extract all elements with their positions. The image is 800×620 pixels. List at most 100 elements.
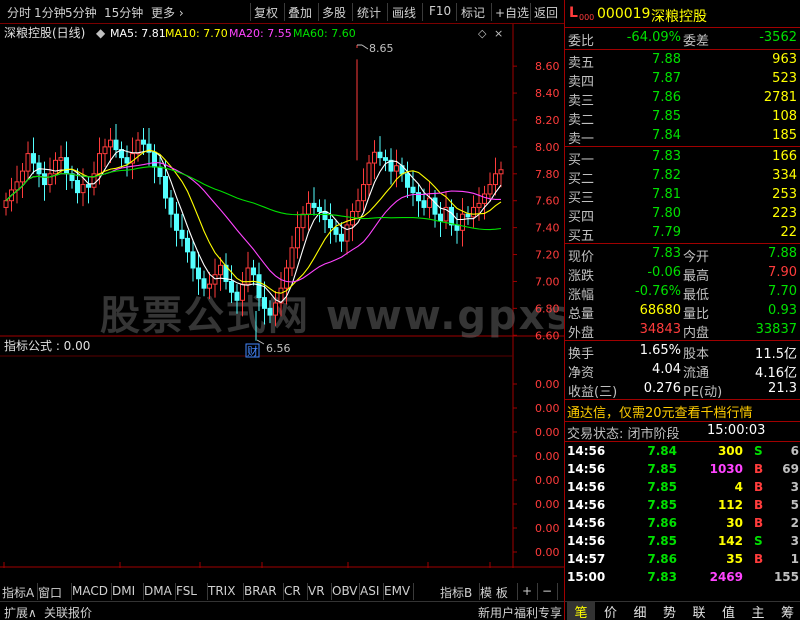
weicha-value: -3562	[759, 30, 797, 45]
promo-row[interactable]: 通达信，仅需20元查看千档行情	[565, 401, 800, 421]
indicator-tab[interactable]: VR	[308, 583, 332, 600]
toolbar-item-more[interactable]: 更多 ›	[151, 4, 184, 21]
quote-tab[interactable]: 联	[685, 602, 713, 620]
ma10-label: MA10: 7.70	[165, 27, 228, 40]
tick-price: 7.86	[647, 552, 677, 566]
ma-toggle-icon[interactable]: ◆	[96, 26, 106, 40]
ask-row: 卖二 7.85 108	[565, 108, 800, 128]
stat-label: 涨幅	[568, 288, 595, 303]
tick-volume: 1030	[709, 462, 743, 476]
tick-row: 15:00 7.83 2469 155	[565, 569, 800, 587]
ask-price: 7.87	[652, 71, 681, 86]
quote-tab[interactable]: 细	[626, 602, 654, 620]
candle-body	[218, 264, 223, 276]
bid-volume: 22	[780, 225, 797, 240]
tick-row: 14:56 7.85 142 S 3	[565, 533, 800, 551]
promo-link[interactable]: 新用户福利专享	[478, 604, 562, 620]
candle-body	[212, 274, 218, 285]
candle-body	[339, 233, 344, 242]
close-icon[interactable]: ×	[494, 27, 503, 40]
bid-price: 7.79	[652, 225, 681, 240]
indicator-tab[interactable]: ASI	[360, 583, 384, 600]
tick-count: 3	[790, 480, 799, 494]
indicator-tab[interactable]: +	[522, 583, 538, 600]
indicator-tab[interactable]: 模 板	[480, 583, 518, 600]
tick-count: 6	[790, 444, 799, 458]
indicator-tab[interactable]: 窗口	[38, 583, 72, 600]
candle-body	[383, 157, 388, 161]
candle-body	[240, 283, 245, 301]
candle-body	[471, 206, 476, 218]
candle-body	[256, 274, 262, 299]
expand-button[interactable]: 扩展∧	[4, 604, 37, 620]
quote-tab[interactable]: 势	[656, 602, 684, 620]
indicator-tab[interactable]: BRAR	[244, 583, 284, 600]
quote-tab[interactable]: 筹	[774, 602, 800, 620]
stat-label: 内盘	[683, 326, 710, 341]
toolbar-item-duogu[interactable]: 多股	[322, 4, 346, 21]
tick-price: 7.85	[647, 498, 677, 512]
indicator-tab[interactable]: −	[542, 583, 558, 600]
indicator-tab[interactable]: 指标A	[2, 583, 38, 600]
indicator-tab[interactable]: EMV	[384, 583, 414, 600]
stat-label: 流通	[683, 366, 710, 381]
stat-label: 最低	[683, 288, 710, 303]
toolbar-item-tongji[interactable]: 统计	[357, 4, 381, 21]
candle-body	[344, 224, 350, 242]
price-tick-label: 7.00	[535, 275, 560, 288]
quote-tabs: 笔价细势联值主筹	[565, 600, 800, 620]
toolbar-item-back[interactable]: 返回	[534, 4, 558, 21]
toolbar-item-1min[interactable]: 1分钟	[34, 4, 66, 21]
tick-count: 3	[790, 534, 799, 548]
quote-tab[interactable]: 价	[597, 602, 625, 620]
quote-tab[interactable]: 值	[715, 602, 743, 620]
indicator-tab[interactable]: TRIX	[208, 583, 244, 600]
promo-text[interactable]: 通达信，仅需20元查看千档行情	[567, 402, 753, 421]
toolbar-item-fenshi[interactable]: 分时	[7, 4, 31, 21]
price-tick-label: 8.00	[535, 141, 560, 154]
quote-tab[interactable]: 主	[744, 602, 772, 620]
diamond-icon[interactable]: ◇	[478, 27, 487, 40]
indicator-tab[interactable]: CR	[284, 583, 308, 600]
stat-label: PE(动)	[683, 385, 723, 400]
candle-body	[53, 159, 58, 175]
trade-state-time: 15:00:03	[707, 423, 766, 438]
tick-row: 14:56 7.85 112 B 5	[565, 497, 800, 515]
indicator-tab[interactable]: DMA	[144, 583, 176, 600]
indicator-tab[interactable]: DMI	[112, 583, 144, 600]
tick-side: B	[754, 462, 764, 476]
indicator-tab[interactable]: FSL	[176, 583, 208, 600]
quote-tab[interactable]: 笔	[567, 602, 595, 620]
indicator-tab[interactable]: MACD	[72, 583, 112, 600]
candle-body	[410, 186, 416, 194]
toolbar-divider	[250, 3, 251, 21]
candle-body	[416, 192, 421, 202]
related-quotes-button[interactable]: 关联报价	[44, 604, 92, 620]
toolbar-item-diejia[interactable]: 叠加	[288, 4, 312, 21]
indicator-tick-label: 0.00	[535, 402, 560, 415]
price-tick-label: 8.60	[535, 60, 560, 73]
indicator-tick-label: 0.00	[535, 378, 560, 391]
bid-price: 7.83	[652, 149, 681, 164]
toolbar-item-fuquan[interactable]: 复权	[254, 4, 278, 21]
toolbar-item-biaoji[interactable]: 标记	[461, 4, 485, 21]
bid-volume: 166	[772, 149, 797, 164]
toolbar-item-f10[interactable]: F10	[429, 4, 451, 18]
candle-body	[80, 184, 86, 194]
indicator-tab[interactable]: OBV	[332, 583, 360, 600]
indicator-tab[interactable]: 指标B	[440, 583, 480, 600]
candle-body	[273, 302, 278, 316]
high-price-label: 8.65	[369, 42, 394, 55]
candle-body	[333, 227, 339, 235]
indicator-tick-label: 0.00	[535, 498, 560, 511]
toolbar-item-15min[interactable]: 15分钟	[104, 4, 143, 21]
tick-volume: 112	[717, 498, 743, 512]
ask-row: 卖四 7.87 523	[565, 70, 800, 90]
ask-level-label: 卖四	[568, 75, 595, 90]
toolbar-item-huaxian[interactable]: 画线	[392, 4, 416, 21]
bid-price: 7.81	[652, 187, 681, 202]
kline-chart[interactable]: 股票公式网 www.gpxs.cn 8.60 8.40 8.20 8.00 7.80 7.…	[0, 24, 564, 568]
toolbar-item-add-watchlist[interactable]: +自选	[495, 4, 529, 21]
candle-body	[284, 267, 289, 289]
toolbar-item-5min[interactable]: 5分钟	[65, 4, 97, 21]
